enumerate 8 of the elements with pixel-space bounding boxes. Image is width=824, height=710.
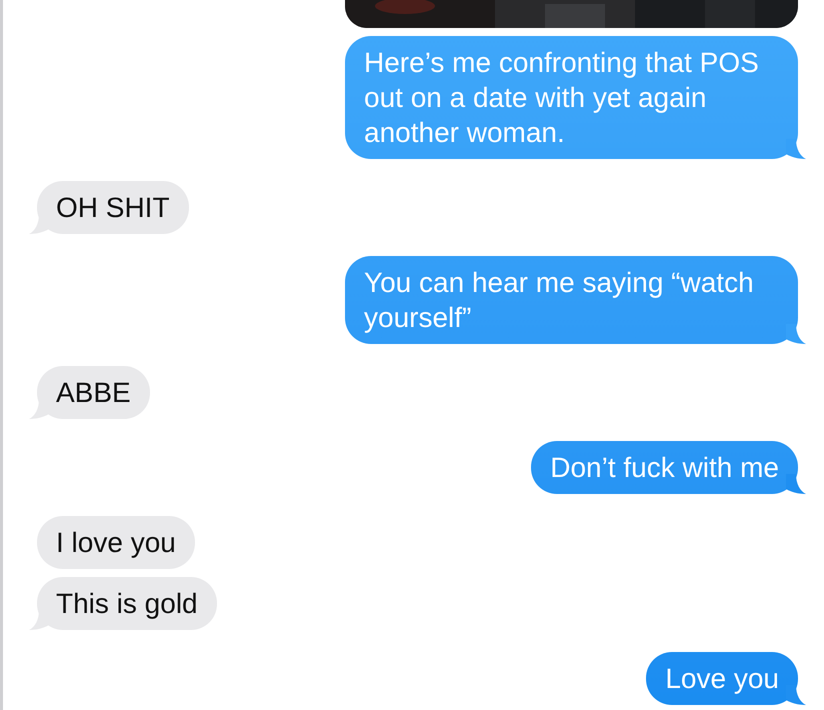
- received-message-bubble: I love you: [37, 516, 195, 569]
- received-message-bubble: ABBE: [37, 366, 150, 419]
- sent-message-bubble: You can hear me saying “watch yourself”: [345, 256, 798, 344]
- received-message-bubble: This is gold: [37, 577, 217, 630]
- sent-message-bubble: Love you: [646, 652, 798, 705]
- sent-message-bubble: Don’t fuck with me: [531, 441, 798, 494]
- sent-message-bubble: Here’s me confronting that POS out on a date with yet again another woman.: [345, 36, 798, 159]
- received-message-bubble: OH SHIT: [37, 181, 189, 234]
